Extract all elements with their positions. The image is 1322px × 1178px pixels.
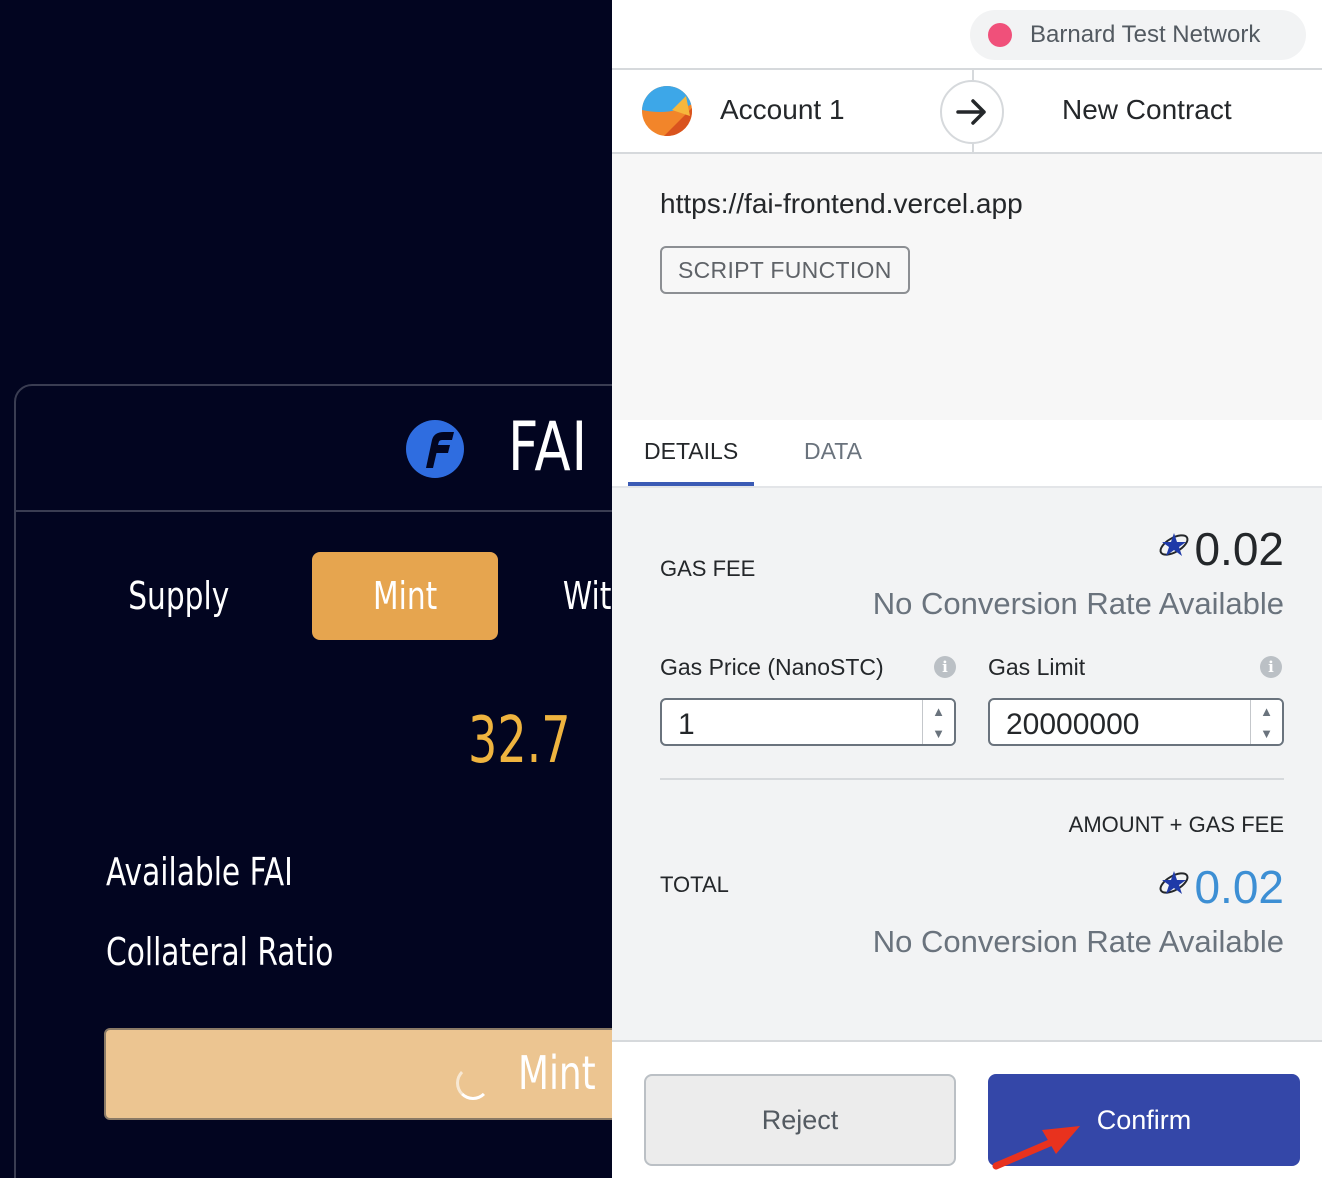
stc-currency-icon [1160, 533, 1189, 556]
gas-price-label: Gas Price (NanoSTC) [660, 654, 884, 680]
footer-divider [612, 1040, 1322, 1042]
network-name: Barnard Test Network [1030, 21, 1261, 48]
from-account-name[interactable]: Account 1 [720, 94, 845, 126]
stepper-down-icon[interactable]: ▼ [923, 722, 954, 744]
transaction-origin-section: https://fai-frontend.vercel.app SCRIPT F… [612, 154, 1322, 420]
total-conversion: No Conversion Rate Available [872, 924, 1284, 959]
active-tab-indicator [628, 482, 754, 486]
gas-limit-label: Gas Limit [988, 654, 1086, 680]
tab-details[interactable]: DETAILS [644, 438, 738, 465]
loading-spinner-icon [456, 1066, 490, 1100]
stepper-down-icon[interactable]: ▼ [1251, 722, 1282, 744]
header-divider [612, 68, 1322, 70]
stepper-up-icon[interactable]: ▲ [923, 700, 954, 722]
gas-fee-value: 0.02 [1194, 523, 1284, 575]
gas-price-info-icon[interactable]: i [934, 656, 956, 678]
amount-plus-gas-caption: AMOUNT + GAS FEE [1068, 812, 1284, 837]
wallet-popup: Barnard Test Network Account 1 New Contr… [612, 0, 1322, 1178]
tab-mint[interactable]: Mint [312, 552, 498, 640]
collateral-ratio-label: Collateral Ratio [106, 930, 334, 974]
gas-limit-input[interactable]: 20000000 ▲ ▼ [988, 698, 1284, 746]
details-tabs: DETAILS DATA [612, 420, 1322, 488]
total-label: TOTAL [660, 872, 729, 897]
stepper-up-icon[interactable]: ▲ [1251, 700, 1282, 722]
mint-submit-label: Mint [518, 1046, 596, 1100]
gas-price-input[interactable]: 1 ▲ ▼ [660, 698, 956, 746]
fai-dapp-background: FAI Supply Mint Wit 32.7 Available FAI C… [0, 0, 612, 1178]
origin-url: https://fai-frontend.vercel.app [660, 188, 1023, 219]
gas-limit-value: 20000000 [1006, 708, 1140, 741]
gas-fee-amount: 0.02 [1156, 522, 1284, 576]
tab-withdraw[interactable]: Wit [556, 552, 612, 640]
gas-price-stepper[interactable]: ▲ ▼ [922, 700, 954, 744]
gas-price-value: 1 [678, 708, 695, 741]
network-status-dot [988, 23, 1012, 47]
available-fai-label: Available FAI [106, 850, 293, 894]
reject-button[interactable]: Reject [644, 1074, 956, 1166]
details-panel: GAS FEE 0.02 No Conversion Rate Availabl… [612, 488, 1322, 1040]
annotation-arrow-icon [992, 1126, 1080, 1170]
total-amount: 0.02 [1156, 860, 1284, 914]
mint-amount-value[interactable]: 32.7 [468, 704, 571, 778]
tab-supply[interactable]: Supply [112, 552, 246, 640]
tab-data[interactable]: DATA [804, 438, 862, 465]
details-divider [660, 778, 1284, 780]
gas-fee-conversion: No Conversion Rate Available [872, 586, 1284, 621]
gas-fee-label: GAS FEE [660, 556, 756, 581]
recipient-name: New Contract [1062, 94, 1232, 125]
stc-currency-icon [1160, 871, 1189, 894]
fai-logo-icon [406, 420, 464, 478]
card-header-divider [16, 510, 612, 512]
gas-limit-info-icon[interactable]: i [1260, 656, 1282, 678]
method-badge: SCRIPT FUNCTION [660, 246, 910, 294]
total-value: 0.02 [1194, 861, 1284, 913]
fai-brand-title: FAI [508, 408, 588, 487]
transfer-arrow-icon [940, 80, 1004, 144]
gas-limit-stepper[interactable]: ▲ ▼ [1250, 700, 1282, 744]
account-avatar-icon[interactable] [642, 86, 692, 136]
network-selector[interactable]: Barnard Test Network [970, 10, 1306, 60]
